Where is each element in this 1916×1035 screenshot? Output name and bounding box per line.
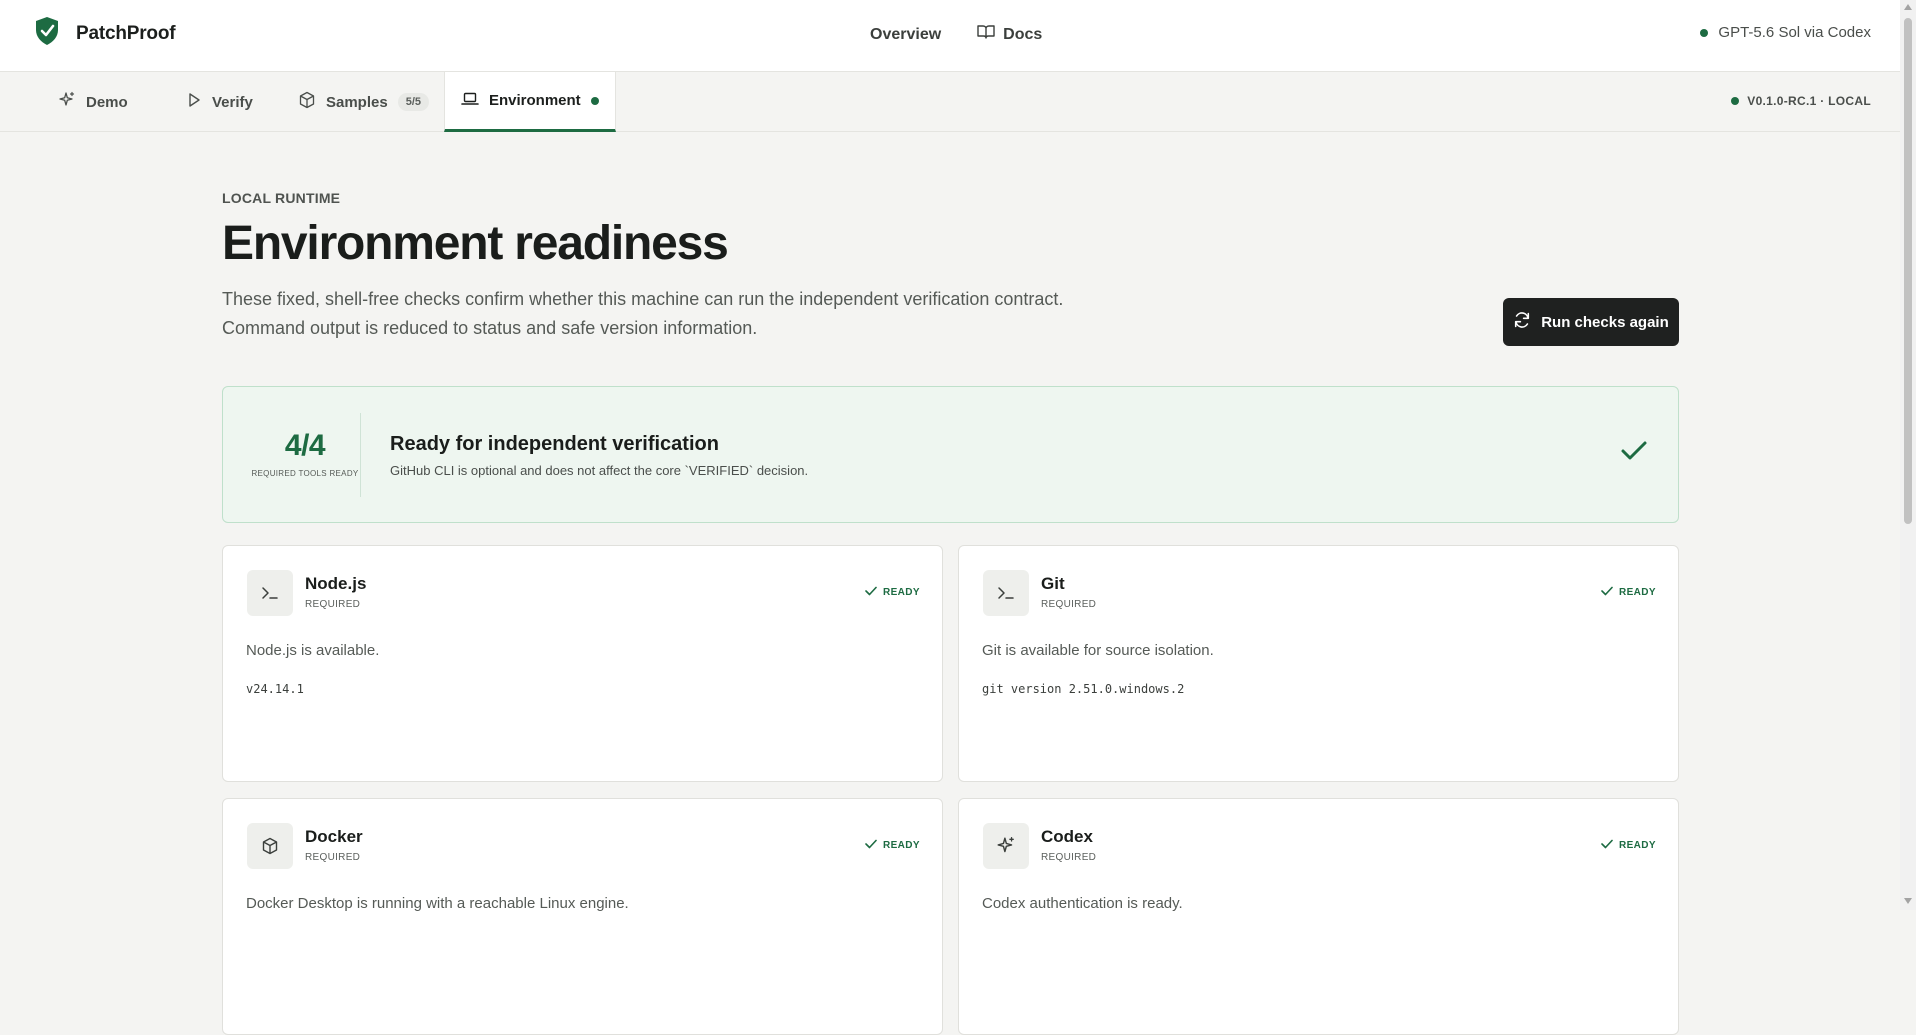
page-scrollbar[interactable] — [1900, 0, 1916, 910]
status-badge: READY — [1601, 586, 1656, 599]
tool-name: Node.js — [305, 574, 367, 593]
scroll-up-arrow-icon[interactable] — [1904, 4, 1912, 10]
top-nav: Overview Docs — [870, 24, 1042, 45]
tool-requirement: REQUIRED — [1041, 599, 1097, 610]
model-label: GPT-5.6 Sol via Codex — [1718, 24, 1871, 41]
summary-heading: Ready for independent verification — [390, 433, 719, 455]
version-status-dot — [1731, 97, 1740, 105]
tool-card-codex: Codex REQUIRED READY Codex authenticatio… — [958, 798, 1679, 1035]
check-icon — [1601, 839, 1613, 852]
scroll-thumb[interactable] — [1904, 18, 1912, 524]
book-icon — [977, 24, 995, 45]
tool-name: Docker — [305, 827, 363, 846]
status-label: READY — [1618, 587, 1656, 598]
refresh-icon — [1513, 311, 1531, 333]
tool-card-nodejs: Node.js REQUIRED READY Node.js is availa… — [222, 545, 943, 782]
tool-card-docker: Docker REQUIRED READY Docker Desktop is … — [222, 798, 943, 1035]
tool-name: Git — [1041, 574, 1065, 593]
tool-message: Git is available for source isolation. — [982, 642, 1214, 659]
tool-requirement: REQUIRED — [305, 599, 361, 610]
status-badge: READY — [1601, 839, 1656, 852]
tool-message: Node.js is available. — [246, 642, 380, 659]
summary-subtext: GitHub CLI is optional and does not affe… — [390, 463, 809, 478]
top-bar: PatchProof Overview Docs GPT-5.6 Sol via… — [0, 0, 1900, 72]
tab-demo[interactable]: Demo — [58, 72, 128, 132]
run-checks-button[interactable]: Run checks again — [1503, 298, 1679, 346]
readiness-score: 4/4 REQUIRED TOOLS READY — [251, 429, 359, 478]
play-icon — [186, 92, 202, 112]
environment-page: LOCAL RUNTIME Environment readiness Thes… — [222, 190, 1679, 1035]
tool-card-git: Git REQUIRED READY Git is available for … — [958, 545, 1679, 782]
tool-requirement: REQUIRED — [1041, 852, 1097, 863]
terminal-icon — [983, 570, 1029, 616]
page-description: These fixed, shell-free checks confirm w… — [222, 288, 1064, 338]
brand[interactable]: PatchProof — [34, 16, 176, 51]
tab-verify-label: Verify — [212, 93, 253, 111]
version-indicator: V0.1.0-RC.1 · LOCAL — [1731, 94, 1871, 108]
score-label: REQUIRED TOOLS READY — [251, 469, 359, 478]
version-label: V0.1.0-RC.1 · LOCAL — [1747, 94, 1871, 108]
app-name: PatchProof — [76, 22, 176, 44]
laptop-icon — [461, 91, 479, 111]
tab-samples-label: Samples — [326, 93, 388, 111]
status-label: READY — [882, 587, 920, 598]
check-icon — [1601, 586, 1613, 599]
tab-demo-label: Demo — [86, 93, 128, 111]
terminal-icon — [247, 570, 293, 616]
tool-version: git version 2.51.0.windows.2 — [982, 682, 1185, 696]
check-icon — [865, 839, 877, 852]
samples-count-badge: 5/5 — [397, 93, 429, 111]
scroll-down-arrow-icon[interactable] — [1904, 898, 1912, 904]
check-icon — [865, 586, 877, 599]
sparkle-icon — [983, 823, 1029, 869]
page-eyebrow: LOCAL RUNTIME — [222, 190, 341, 206]
page-title: Environment readiness — [222, 217, 729, 270]
tab-samples[interactable]: Samples 5/5 — [298, 72, 429, 132]
tool-version: v24.14.1 — [246, 682, 304, 696]
tab-environment[interactable]: Environment — [444, 72, 616, 132]
tool-name: Codex — [1041, 827, 1093, 846]
tool-message: Codex authentication is ready. — [982, 895, 1183, 912]
run-checks-label: Run checks again — [1541, 313, 1669, 331]
status-label: READY — [1618, 840, 1656, 851]
tab-environment-label: Environment — [489, 92, 581, 109]
tab-verify[interactable]: Verify — [186, 72, 253, 132]
tool-requirement: REQUIRED — [305, 852, 361, 863]
environment-status-dot — [590, 96, 599, 105]
summary-divider — [360, 413, 361, 497]
shield-logo-icon — [34, 16, 60, 51]
model-indicator: GPT-5.6 Sol via Codex — [1700, 24, 1871, 41]
status-label: READY — [882, 840, 920, 851]
status-dot — [1700, 28, 1709, 37]
tab-bar: Demo Verify Samples 5/5 Environment V0.1… — [0, 72, 1900, 132]
status-badge: READY — [865, 586, 920, 599]
cube-icon — [247, 823, 293, 869]
nav-overview[interactable]: Overview — [870, 24, 941, 45]
cube-icon — [298, 91, 316, 113]
nav-docs-label: Docs — [1003, 25, 1043, 43]
readiness-summary: 4/4 REQUIRED TOOLS READY Ready for indep… — [222, 386, 1679, 523]
status-badge: READY — [865, 839, 920, 852]
tool-message: Docker Desktop is running with a reachab… — [246, 895, 629, 912]
sparkle-icon — [58, 91, 76, 113]
nav-overview-label: Overview — [870, 25, 942, 43]
check-icon — [1620, 439, 1648, 468]
nav-docs[interactable]: Docs — [977, 24, 1042, 45]
score-value: 4/4 — [284, 429, 326, 462]
